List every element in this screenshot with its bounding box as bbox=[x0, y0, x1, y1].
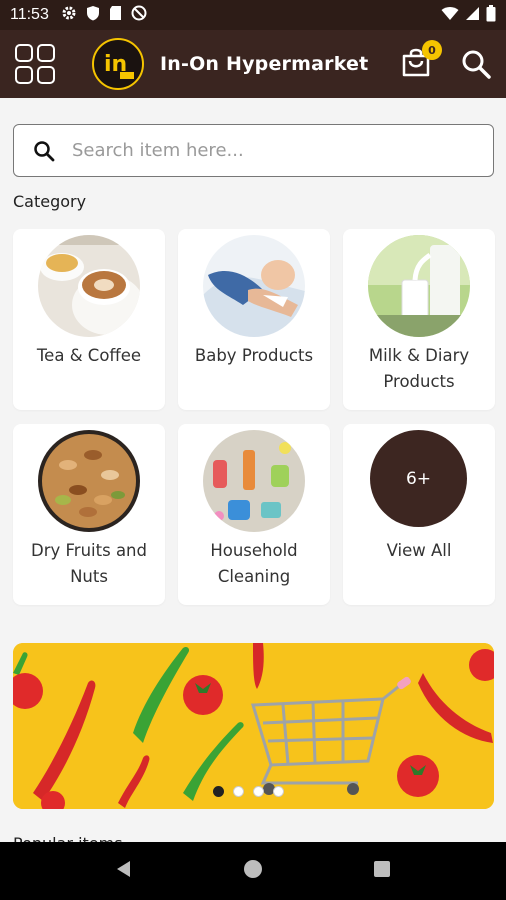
carousel-dot[interactable] bbox=[273, 786, 284, 797]
settings-icon bbox=[61, 5, 77, 25]
back-nav-icon[interactable] bbox=[114, 859, 134, 883]
promo-banner[interactable] bbox=[13, 643, 494, 809]
category-card-view-all[interactable]: 6+ View All bbox=[343, 424, 495, 605]
wifi-icon bbox=[441, 6, 459, 25]
battery-icon bbox=[486, 4, 496, 26]
cart-count-badge: 0 bbox=[422, 40, 442, 60]
category-label: Tea & Coffee bbox=[13, 343, 165, 369]
system-nav-bar bbox=[0, 842, 506, 900]
category-label-line: Dry Fruits and bbox=[31, 541, 147, 560]
category-label: View All bbox=[343, 538, 495, 564]
home-nav-icon[interactable] bbox=[243, 859, 263, 883]
category-heading: Category bbox=[13, 192, 87, 211]
shield-icon bbox=[86, 5, 100, 25]
category-label: Milk & Diary Products bbox=[343, 343, 495, 395]
recents-nav-icon[interactable] bbox=[372, 859, 392, 883]
baby-products-image bbox=[203, 235, 305, 337]
category-label: Baby Products bbox=[178, 343, 330, 369]
household-cleaning-image bbox=[203, 430, 305, 532]
milk-image bbox=[368, 235, 470, 337]
carousel-dots bbox=[213, 786, 284, 797]
carousel-dot[interactable] bbox=[253, 786, 264, 797]
menu-grid-icon[interactable] bbox=[15, 44, 55, 84]
category-label-line: Milk & Diary bbox=[368, 346, 470, 365]
tea-coffee-image bbox=[38, 235, 140, 337]
category-label: Household Cleaning bbox=[178, 538, 330, 590]
category-card-baby-products[interactable]: Baby Products bbox=[178, 229, 330, 410]
category-label-line: Household bbox=[210, 541, 298, 560]
category-label: Dry Fruits and Nuts bbox=[13, 538, 165, 590]
carousel-dot[interactable] bbox=[213, 786, 224, 797]
search-button[interactable] bbox=[460, 48, 492, 80]
status-bar: 11:53 bbox=[0, 0, 506, 30]
sd-card-icon bbox=[109, 5, 122, 25]
search-icon bbox=[462, 50, 491, 79]
banner-image bbox=[13, 643, 494, 809]
no-disturb-icon bbox=[131, 5, 147, 25]
search-icon bbox=[34, 140, 55, 161]
category-card-tea-coffee[interactable]: Tea & Coffee bbox=[13, 229, 165, 410]
category-label-line: Nuts bbox=[70, 567, 108, 586]
category-card-household-cleaning[interactable]: Household Cleaning bbox=[178, 424, 330, 605]
brand-logo: in bbox=[92, 38, 144, 90]
dry-fruits-image bbox=[38, 430, 140, 532]
category-label-line: Baby Products bbox=[194, 346, 314, 365]
view-all-badge: 6+ bbox=[370, 430, 467, 527]
signal-icon bbox=[465, 6, 480, 25]
carousel-dot[interactable] bbox=[233, 786, 244, 797]
cart-button[interactable]: 0 bbox=[400, 40, 442, 80]
status-time: 11:53 bbox=[10, 6, 49, 23]
search-input[interactable] bbox=[72, 140, 452, 161]
category-card-dry-fruits[interactable]: Dry Fruits and Nuts bbox=[13, 424, 165, 605]
category-label-line: View All bbox=[386, 541, 452, 560]
category-label-line: Cleaning bbox=[217, 567, 291, 586]
app-bar: in In-On Hypermarket 0 bbox=[0, 30, 506, 98]
category-label-line: Tea & Coffee bbox=[36, 346, 142, 365]
search-bar[interactable] bbox=[13, 124, 494, 177]
category-label-line: Products bbox=[383, 372, 455, 391]
category-card-milk-diary[interactable]: Milk & Diary Products bbox=[343, 229, 495, 410]
app-title: In-On Hypermarket bbox=[160, 53, 369, 75]
